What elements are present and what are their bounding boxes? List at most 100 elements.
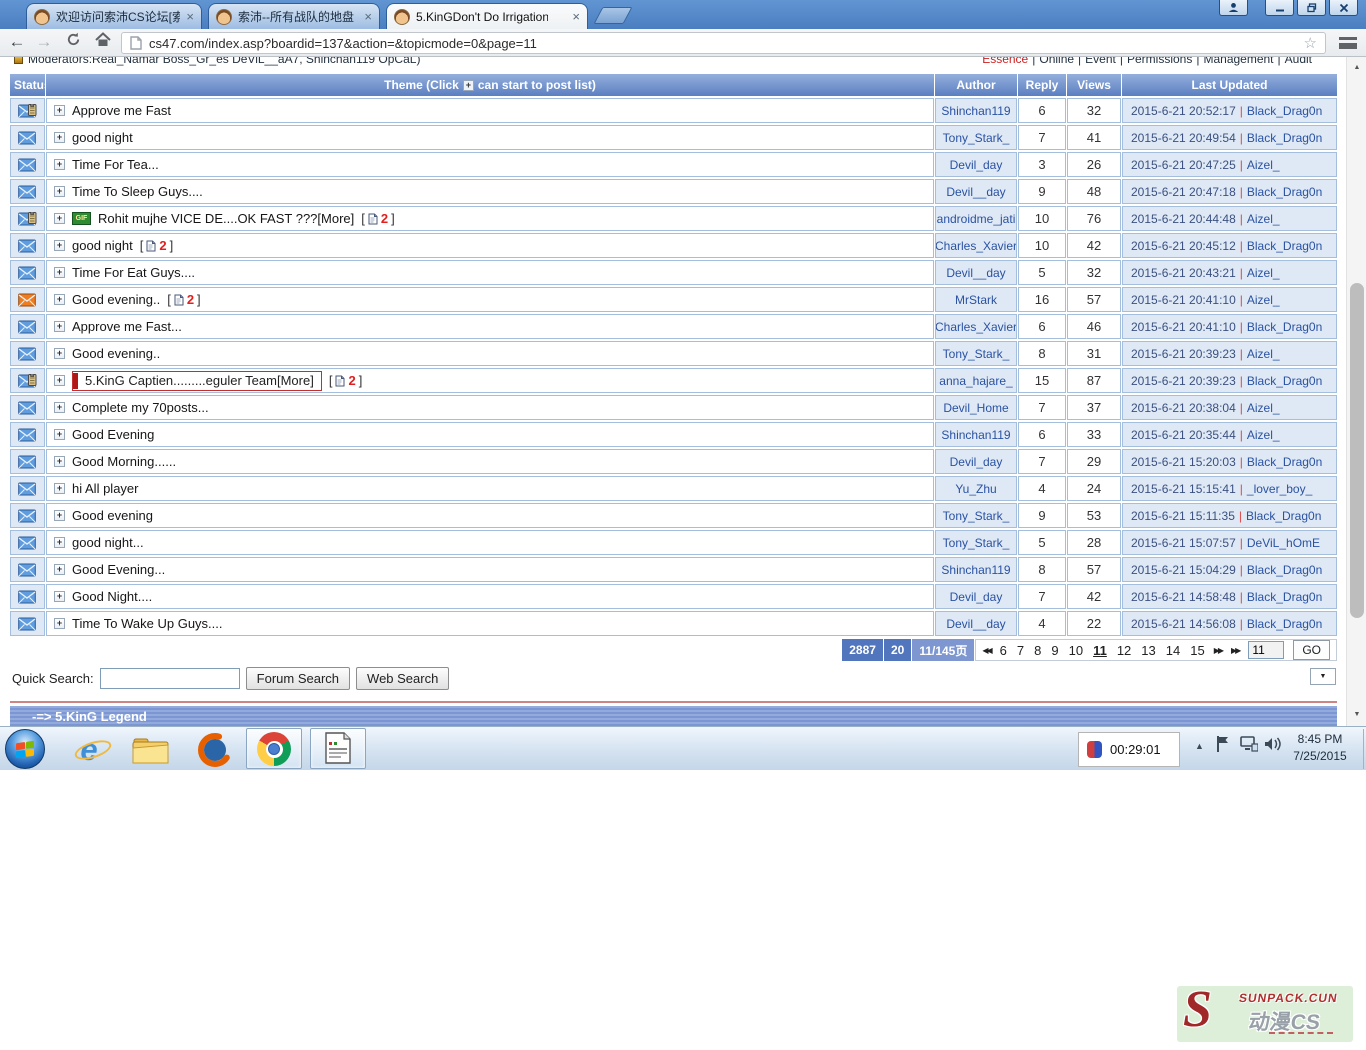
topic-title-link[interactable]: Time To Wake Up Guys....: [72, 616, 223, 631]
page-link[interactable]: 13: [1141, 643, 1155, 658]
topic-title-link[interactable]: hi All player: [72, 481, 138, 496]
topic-author-link[interactable]: Charles_Xavier: [935, 314, 1017, 339]
refresh-button[interactable]: [62, 32, 84, 52]
tab-close-icon[interactable]: ×: [186, 10, 194, 23]
new-tab-button[interactable]: [593, 7, 632, 24]
board-link[interactable]: Permissions: [1127, 57, 1192, 66]
topic-title-link[interactable]: Approve me Fast...: [72, 319, 182, 334]
expand-plus-icon[interactable]: +: [54, 456, 65, 467]
board-footer-bar[interactable]: -=> 5.KinG Legend: [10, 706, 1337, 726]
page-link-current[interactable]: 11: [1093, 643, 1107, 658]
board-link[interactable]: Management: [1203, 57, 1273, 66]
board-link[interactable]: Essence: [982, 57, 1028, 66]
page-link[interactable]: 14: [1166, 643, 1180, 658]
topic-title-link[interactable]: good night: [72, 238, 133, 253]
topic-title-link[interactable]: Time For Tea...: [72, 157, 159, 172]
search-input[interactable]: [100, 668, 240, 689]
expand-plus-icon[interactable]: +: [54, 240, 65, 251]
scroll-up-icon[interactable]: ▲: [1347, 59, 1366, 75]
last-page-icon[interactable]: ▶▶: [1231, 646, 1239, 655]
scrollbar-thumb[interactable]: [1350, 283, 1364, 618]
last-poster-link[interactable]: Black_Drag0n: [1247, 239, 1322, 253]
expand-plus-icon[interactable]: +: [54, 267, 65, 278]
network-icon[interactable]: [1240, 736, 1258, 754]
topic-author-link[interactable]: Shinchan119: [935, 422, 1017, 447]
topic-title-link[interactable]: Time For Eat Guys....: [72, 265, 195, 280]
topic-title-link[interactable]: Good Night....: [72, 589, 152, 604]
expand-plus-icon[interactable]: +: [54, 186, 65, 197]
browser-tab-2[interactable]: 索沛--所有战队的地盘 ×: [208, 3, 380, 29]
expand-plus-icon[interactable]: +: [54, 429, 65, 440]
topic-title-link[interactable]: Approve me Fast: [72, 103, 171, 118]
chrome-menu-icon[interactable]: [1339, 37, 1357, 49]
last-poster-link[interactable]: Black_Drag0n: [1247, 617, 1322, 631]
last-poster-link[interactable]: Aizel_: [1247, 266, 1280, 280]
last-poster-link[interactable]: Black_Drag0n: [1247, 590, 1322, 604]
page-scrollbar[interactable]: ▲ ▼: [1346, 57, 1366, 726]
topic-author-link[interactable]: Devil_day: [935, 152, 1017, 177]
taskbar-chrome-active-box[interactable]: [246, 728, 302, 769]
topic-author-link[interactable]: Tony_Stark_: [935, 530, 1017, 555]
tab-close-icon[interactable]: ×: [364, 10, 372, 23]
expand-plus-icon[interactable]: +: [54, 294, 65, 305]
expand-plus-icon[interactable]: +: [54, 321, 65, 332]
page-link[interactable]: 8: [1034, 643, 1041, 658]
last-poster-link[interactable]: DeViL_hOmE: [1247, 536, 1320, 550]
topic-pages-badge[interactable]: [2 ]: [361, 211, 394, 226]
board-link[interactable]: Event: [1085, 57, 1116, 66]
topic-author-link[interactable]: Devil_Home: [935, 395, 1017, 420]
topic-title-link[interactable]: Complete my 70posts...: [72, 400, 209, 415]
expand-plus-icon[interactable]: +: [54, 105, 65, 116]
topic-pages-badge[interactable]: [2 ]: [140, 238, 173, 253]
scroll-down-icon[interactable]: ▼: [1347, 706, 1366, 722]
topic-title-link[interactable]: Good evening..: [72, 346, 160, 361]
topic-author-link[interactable]: Devil__day: [935, 611, 1017, 636]
expand-plus-icon[interactable]: +: [54, 159, 65, 170]
topic-author-link[interactable]: MrStark: [935, 287, 1017, 312]
topic-title-link[interactable]: Good Evening: [72, 427, 154, 442]
expand-plus-icon[interactable]: +: [54, 591, 65, 602]
page-link[interactable]: 6: [1000, 643, 1007, 658]
taskbar-document-active-box[interactable]: [310, 728, 366, 769]
topic-author-link[interactable]: Devil_day: [935, 449, 1017, 474]
last-poster-link[interactable]: Black_Drag0n: [1247, 320, 1322, 334]
page-link[interactable]: 10: [1069, 643, 1083, 658]
topic-title-link[interactable]: Rohit mujhe VICE DE....OK FAST ???[More]: [98, 211, 354, 226]
tray-hidden-icons-arrow[interactable]: ▲: [1195, 741, 1204, 751]
last-poster-link[interactable]: Black_Drag0n: [1247, 104, 1322, 118]
last-poster-link[interactable]: Black_Drag0n: [1247, 131, 1322, 145]
forward-button[interactable]: →: [33, 32, 55, 52]
board-link[interactable]: Online: [1039, 57, 1074, 66]
expand-plus-icon[interactable]: +: [54, 132, 65, 143]
browser-tab-1[interactable]: 欢迎访问索沛CS论坛[索沛 ×: [26, 3, 202, 29]
first-page-icon[interactable]: ◀◀: [982, 646, 990, 655]
taskbar-clock[interactable]: 8:45 PM 7/25/2015: [1282, 731, 1358, 765]
topic-author-link[interactable]: Charles_Xavier: [935, 233, 1017, 258]
last-poster-link[interactable]: Black_Drag0n: [1247, 374, 1322, 388]
page-link[interactable]: 12: [1117, 643, 1131, 658]
topic-author-link[interactable]: Shinchan119: [935, 98, 1017, 123]
go-button[interactable]: GO: [1293, 640, 1330, 660]
profile-button[interactable]: [1219, 0, 1248, 16]
home-button[interactable]: [92, 32, 114, 52]
close-window-button[interactable]: [1329, 0, 1358, 16]
expand-plus-icon[interactable]: +: [54, 564, 65, 575]
topic-author-link[interactable]: Devil__day: [935, 260, 1017, 285]
expand-plus-icon[interactable]: +: [54, 483, 65, 494]
topic-title-link[interactable]: Good Morning......: [72, 454, 176, 469]
last-poster-link[interactable]: Aizel_: [1247, 158, 1280, 172]
topic-title-link[interactable]: 5.KinG Captien.........eguler Team[More]: [85, 373, 314, 388]
expand-plus-icon[interactable]: +: [54, 213, 65, 224]
topic-title-link[interactable]: good night: [72, 130, 133, 145]
last-poster-link[interactable]: Aizel_: [1247, 212, 1280, 226]
topic-pages-badge[interactable]: [2 ]: [329, 373, 362, 388]
show-desktop-divider[interactable]: [1363, 729, 1364, 769]
expand-plus-icon[interactable]: +: [54, 618, 65, 629]
forum-search-button[interactable]: Forum Search: [246, 667, 350, 690]
tray-timer-app[interactable]: 00:29:01: [1078, 732, 1180, 767]
board-link[interactable]: Audit: [1285, 57, 1312, 66]
topic-title-link[interactable]: Good Evening...: [72, 562, 165, 577]
last-poster-link[interactable]: Aizel_: [1247, 293, 1280, 307]
topic-author-link[interactable]: androidme_jati: [935, 206, 1017, 231]
topic-author-link[interactable]: Shinchan119: [935, 557, 1017, 582]
